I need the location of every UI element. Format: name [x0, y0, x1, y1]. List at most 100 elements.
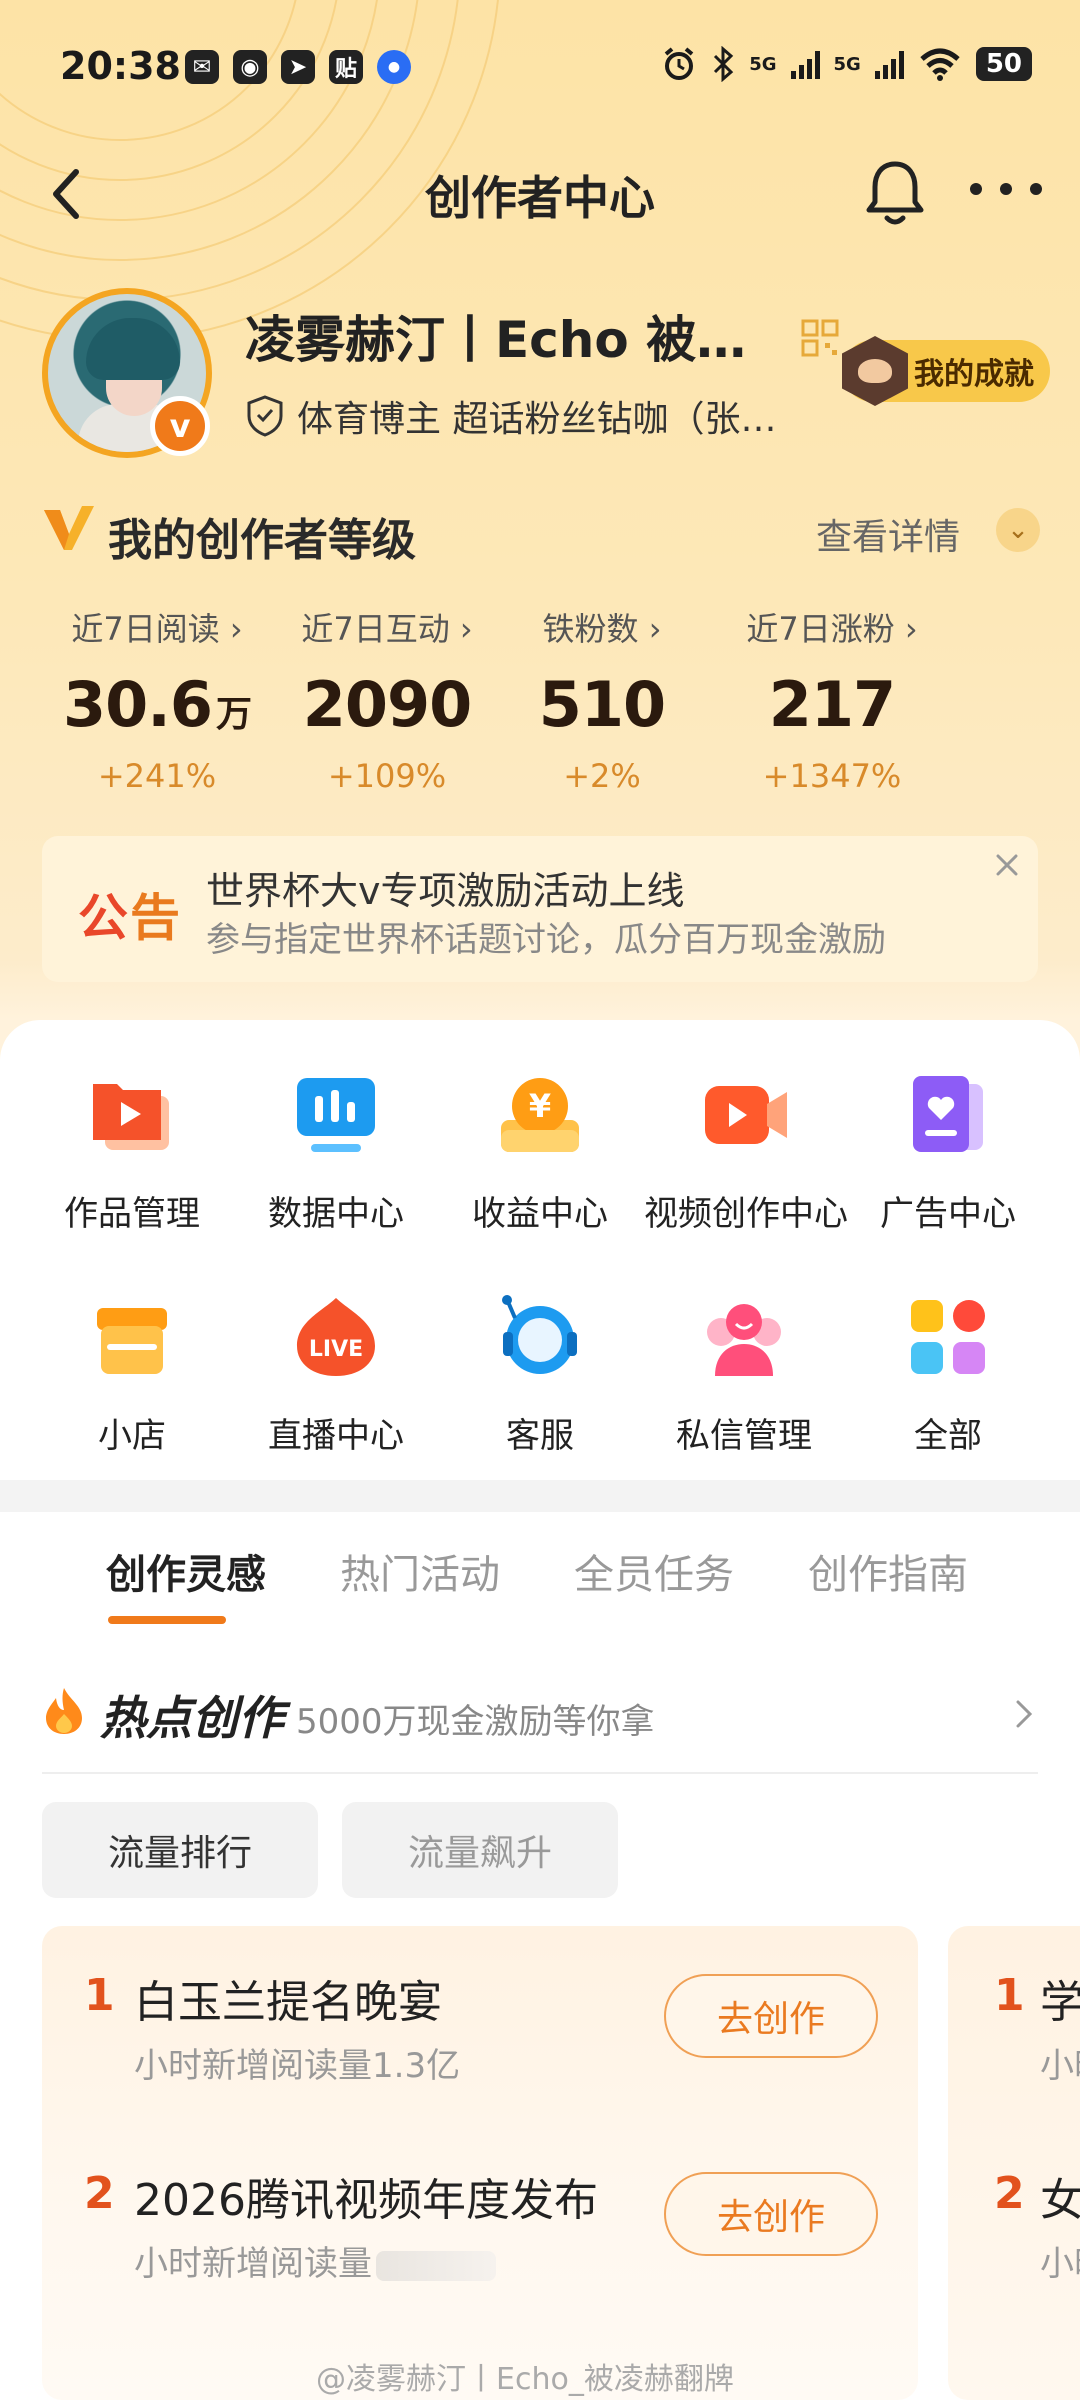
customer-service-icon	[502, 1295, 577, 1374]
blurred-value	[376, 2250, 496, 2281]
stat-unit: 万	[215, 694, 252, 735]
rank-title: 学	[1040, 1977, 1080, 2028]
rank-number: 2	[84, 2168, 115, 2219]
tool-label: 收益中心	[472, 1194, 608, 1234]
all-apps-icon	[911, 1300, 985, 1374]
tieba-icon: 贴	[329, 50, 363, 84]
message-manage-icon	[707, 1304, 781, 1376]
wifi-icon	[920, 48, 960, 81]
telegram-icon: ➤	[281, 50, 315, 84]
watermark: @凌雾赫汀丨Echo_被凌赫翻牌	[316, 2362, 734, 2397]
chevron-right-icon[interactable]	[1008, 1694, 1038, 1734]
user-tag: 体育博主 超话粉丝钻咖（张…	[297, 399, 777, 440]
live-text: LIVE	[309, 1337, 363, 1362]
rank-meta-row: 小时新增阅读量	[134, 2236, 496, 2285]
wechat-icon: ✉	[185, 50, 219, 84]
rank-meta: 小时	[1040, 2244, 1080, 2284]
stat-item-interactions[interactable]: 近7日互动 › 2090 +109%	[272, 604, 502, 795]
chevron-right-icon: ›	[229, 610, 243, 648]
network-5g-label-2: 5G	[833, 53, 861, 75]
stat-label: 近7日涨粉	[746, 610, 895, 648]
achievement-label: 我的成就	[914, 357, 1034, 392]
stat-delta: +241%	[97, 757, 217, 795]
tool-customer-service[interactable]: 客服	[440, 1292, 640, 1457]
tab-hot-activities[interactable]: 热门活动	[340, 1542, 500, 1600]
filter-traffic-surge[interactable]: 流量飙升	[342, 1802, 618, 1898]
go-create-button[interactable]: 去创作	[664, 1974, 878, 2058]
user-name[interactable]: 凌雾赫汀丨Echo 被…	[245, 300, 785, 372]
creator-tools-grid: 作品管理 数据中心 ¥ 收益中心 视频创作中心 广告中心 小店 LIVE 直播中…	[0, 1020, 1080, 1480]
notification-dot-icon: ●	[377, 50, 411, 84]
filter-traffic-ranking[interactable]: 流量排行	[42, 1802, 318, 1898]
tool-video-creation-center[interactable]: 视频创作中心	[644, 1070, 848, 1235]
tool-works-management[interactable]: 作品管理	[32, 1070, 232, 1235]
announcement-subtitle: 参与指定世界杯话题讨论，瓜分百万现金激励	[206, 920, 886, 960]
ad-center-icon	[913, 1076, 983, 1152]
level-v-icon	[44, 506, 94, 550]
tool-label: 直播中心	[268, 1416, 404, 1456]
bell-icon[interactable]	[862, 156, 928, 228]
tool-live-center[interactable]: LIVE 直播中心	[236, 1292, 436, 1457]
income-center-icon: ¥	[501, 1078, 579, 1152]
announcement-banner[interactable]: 公告 世界杯大v专项激励活动上线 参与指定世界杯话题讨论，瓜分百万现金激励	[42, 836, 1038, 982]
stat-value: 30.6	[63, 668, 213, 741]
rank-title: 白玉兰提名晚宴	[134, 1977, 442, 2028]
signal-strength-icon-2	[874, 49, 904, 79]
hot-creation-title: 热点创作	[100, 1691, 284, 1745]
tool-label: 私信管理	[676, 1416, 812, 1456]
network-5g-label-1: 5G	[749, 53, 777, 75]
rank-number: 2	[994, 2168, 1025, 2219]
tab-creation-guide[interactable]: 创作指南	[808, 1542, 968, 1600]
tool-label: 作品管理	[64, 1194, 200, 1234]
nav-bar: 创作者中心	[0, 150, 1080, 240]
stat-label: 近7日互动	[301, 610, 450, 648]
tool-ad-center[interactable]: 广告中心	[848, 1070, 1048, 1235]
stat-item-reads[interactable]: 近7日阅读 › 30.6 万 +241%	[42, 604, 272, 795]
stat-value: 217	[768, 668, 896, 741]
ranking-card-peek[interactable]: 1 学 小时 2 女 小时	[948, 1926, 1080, 2400]
achievement-button[interactable]: 我的成就	[842, 336, 1050, 406]
rank-meta: 小时新增阅读量1.3亿	[134, 2046, 461, 2086]
tool-income-center[interactable]: ¥ 收益中心	[440, 1070, 640, 1235]
tool-all[interactable]: 全部	[848, 1292, 1048, 1457]
announcement-tag: 公告	[78, 878, 182, 950]
stat-delta: +2%	[563, 757, 641, 795]
announcement-tag-char-2: 告	[130, 889, 182, 947]
ranking-card: 1 白玉兰提名晚宴 小时新增阅读量1.3亿 去创作 2 2026腾讯视频年度发布…	[42, 1926, 918, 2400]
tool-label: 数据中心	[268, 1194, 404, 1234]
user-tag-row: 体育博主 超话粉丝钻咖（张…	[245, 390, 867, 442]
live-center-icon: LIVE	[297, 1298, 375, 1376]
go-create-button[interactable]: 去创作	[664, 2172, 878, 2256]
tool-data-center[interactable]: 数据中心	[236, 1070, 436, 1235]
stat-label: 铁粉数	[542, 610, 639, 648]
rank-number: 1	[84, 1970, 115, 2021]
tab-creation-inspiration[interactable]: 创作灵感	[106, 1542, 266, 1600]
battery-indicator: 50	[975, 47, 1032, 81]
tool-label: 小店	[98, 1416, 166, 1456]
video-creation-icon	[705, 1086, 787, 1144]
tool-message-management[interactable]: 私信管理	[644, 1292, 844, 1457]
creator-level-row[interactable]: 我的创作者等级 查看详情 ⌄	[42, 500, 1042, 570]
chevron-right-icon: ›	[648, 610, 662, 648]
rank-meta: 小时	[1040, 2046, 1080, 2086]
hot-creation-header[interactable]: 热点创作 5000万现金激励等你拿	[42, 1680, 1038, 1750]
ranking-item[interactable]: 1 白玉兰提名晚宴 小时新增阅读量1.3亿 去创作	[42, 1926, 918, 2086]
status-bar: 20:38 ✉ ◉ ➤ 贴 ● 5G 5G 50	[0, 0, 1080, 140]
close-icon[interactable]	[992, 850, 1022, 880]
tab-all-member-tasks[interactable]: 全员任务	[574, 1542, 734, 1600]
more-options-icon[interactable]	[966, 174, 1046, 204]
shop-icon	[97, 1308, 167, 1374]
divider	[42, 1772, 1038, 1774]
tool-shop[interactable]: 小店	[32, 1292, 232, 1457]
qr-code-icon[interactable]	[800, 318, 840, 358]
chevron-down-icon[interactable]: ⌄	[996, 508, 1040, 552]
rank-title: 女	[1040, 2175, 1080, 2226]
stat-item-new-followers[interactable]: 近7日涨粉 › 217 +1347%	[702, 604, 962, 795]
ranking-item[interactable]: 2 2026腾讯视频年度发布 小时新增阅读量 去创作	[42, 2124, 918, 2284]
tool-label: 广告中心	[880, 1194, 1016, 1234]
view-details-link[interactable]: 查看详情	[816, 508, 960, 560]
status-app-icons: ✉ ◉ ➤ 贴 ●	[185, 50, 411, 84]
stat-item-iron-fans[interactable]: 铁粉数 › 510 +2%	[502, 604, 702, 795]
stat-value: 2090	[302, 668, 473, 741]
hot-creation-subtitle: 5000万现金激励等你拿	[296, 1702, 655, 1742]
